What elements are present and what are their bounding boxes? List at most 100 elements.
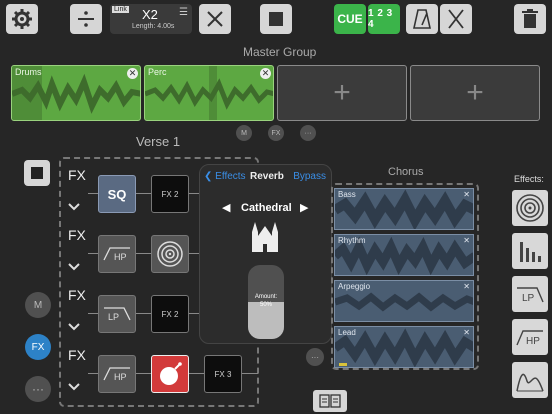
multiplier-display[interactable]: Link X2 Length: 4.00s ☰: [110, 4, 192, 34]
highpass-icon: HP: [103, 367, 130, 382]
lowpass-icon: LP: [104, 307, 131, 322]
verse-more-button[interactable]: ···: [25, 376, 51, 402]
fx-row: FX HP FX 3: [62, 347, 258, 405]
chorus-title: Chorus: [388, 166, 424, 178]
effects-title: Effects:: [514, 174, 544, 184]
chorus-more-button[interactable]: ···: [306, 348, 324, 366]
prev-preset-icon[interactable]: ◀: [222, 201, 230, 214]
loop-drums[interactable]: Drums ✕: [11, 65, 141, 121]
loop-label: Drums: [15, 67, 42, 77]
close-icon[interactable]: ✕: [260, 68, 271, 79]
fx-label: FX: [68, 287, 86, 303]
svg-text:HP: HP: [114, 252, 127, 262]
close-icon[interactable]: ✕: [463, 236, 470, 245]
fx-slot-3[interactable]: FX 3: [204, 355, 242, 393]
next-preset-icon[interactable]: ▶: [300, 201, 308, 214]
mixer-view-button[interactable]: [313, 390, 347, 412]
chevron-down-icon[interactable]: [68, 381, 80, 393]
chevron-down-icon[interactable]: [68, 261, 80, 273]
trash-icon: [522, 9, 538, 28]
close-icon[interactable]: ✕: [127, 68, 138, 79]
chevron-down-icon[interactable]: [68, 201, 80, 213]
metronome-button[interactable]: [406, 4, 438, 34]
track-label: Lead: [338, 328, 356, 337]
master-more-button[interactable]: ···: [300, 125, 316, 141]
waveform: [335, 189, 473, 229]
close-icon[interactable]: ✕: [463, 190, 470, 199]
add-icon: +: [333, 76, 351, 109]
effect-envelope-button[interactable]: [512, 362, 548, 398]
document-icon: [319, 394, 341, 408]
menu-icon[interactable]: ☰: [179, 7, 188, 18]
chevron-down-icon[interactable]: [68, 321, 80, 333]
bypass-button[interactable]: Bypass: [293, 171, 326, 182]
link-label: Link: [112, 6, 129, 13]
count-in-button[interactable]: 1 2 3 4: [368, 4, 400, 34]
loop-label: Perc: [148, 67, 167, 77]
stop-icon: [269, 12, 283, 26]
track-rhythm[interactable]: Rhythm ✕: [334, 234, 474, 276]
amount-slider[interactable]: Amount: 50%: [248, 265, 284, 339]
track-lead[interactable]: Lead ✕: [334, 326, 474, 368]
svg-text:LP: LP: [522, 293, 535, 304]
effect-lowpass-button[interactable]: LP: [512, 276, 548, 312]
svg-text:LP: LP: [108, 312, 119, 322]
empty-loop-slot[interactable]: +: [410, 65, 540, 121]
delete-button[interactable]: [514, 4, 546, 34]
verse-fx-button[interactable]: FX: [25, 334, 51, 360]
lowpass-icon: LP: [517, 287, 544, 304]
fx-slot-sq[interactable]: SQ: [98, 175, 136, 213]
effect-reverb-button[interactable]: [512, 190, 548, 226]
stop-button[interactable]: [260, 4, 292, 34]
close-icon[interactable]: ✕: [463, 282, 470, 291]
back-button[interactable]: ❮ Effects: [204, 171, 246, 182]
popup-title: Reverb: [250, 171, 284, 182]
preset-name: Cathedral: [241, 202, 292, 214]
divide-icon: [78, 11, 94, 27]
record-button[interactable]: [24, 160, 50, 186]
settings-button[interactable]: [6, 4, 38, 34]
split-icon: [448, 9, 464, 29]
fx-slot-bomb[interactable]: [151, 355, 189, 393]
amount-label: Amount:: [254, 294, 278, 300]
master-group-title: Master Group: [243, 45, 317, 59]
effect-eq-button[interactable]: [512, 233, 548, 269]
clear-button[interactable]: [199, 4, 231, 34]
waveform: [335, 328, 473, 367]
master-fx-button[interactable]: FX: [268, 125, 284, 141]
fx-slot-2[interactable]: FX 2: [151, 295, 189, 333]
track-label: Rhythm: [338, 236, 366, 245]
close-icon: [207, 11, 223, 27]
highpass-icon: HP: [103, 247, 130, 262]
fx-label: FX: [68, 227, 86, 243]
verse-mute-button[interactable]: M: [25, 292, 51, 318]
multiplier-value: X2: [142, 7, 158, 22]
cathedral-icon: [252, 222, 278, 252]
highpass-icon: HP: [516, 330, 543, 347]
effect-highpass-button[interactable]: HP: [512, 319, 548, 355]
track-bass[interactable]: Bass ✕: [334, 188, 474, 230]
fx-slot-reverb[interactable]: [151, 235, 189, 273]
loop-perc[interactable]: Perc ✕: [144, 65, 274, 121]
split-button[interactable]: [440, 4, 472, 34]
envelope-icon: [516, 373, 544, 392]
reverb-icon: [516, 194, 544, 222]
bomb-icon: [160, 362, 182, 385]
master-mute-button[interactable]: M: [236, 125, 252, 141]
metronome-icon: [413, 9, 431, 29]
cue-button[interactable]: CUE: [334, 4, 366, 34]
track-arpeggio[interactable]: Arpeggio ✕: [334, 280, 474, 322]
close-icon[interactable]: ✕: [463, 328, 470, 337]
svg-text:HP: HP: [526, 336, 540, 347]
amount-value: 50%: [259, 302, 272, 308]
add-icon: +: [466, 76, 484, 109]
empty-loop-slot[interactable]: +: [277, 65, 407, 121]
fx-slot-hp[interactable]: HP: [98, 355, 136, 393]
divide-button[interactable]: [70, 4, 102, 34]
fx-slot-2[interactable]: FX 2: [151, 175, 189, 213]
gear-icon: [12, 9, 32, 29]
fx-slot-lp[interactable]: LP: [98, 295, 136, 333]
fx-label: FX: [68, 167, 86, 183]
fx-slot-hp[interactable]: HP: [98, 235, 136, 273]
reverb-icon: [157, 241, 183, 267]
